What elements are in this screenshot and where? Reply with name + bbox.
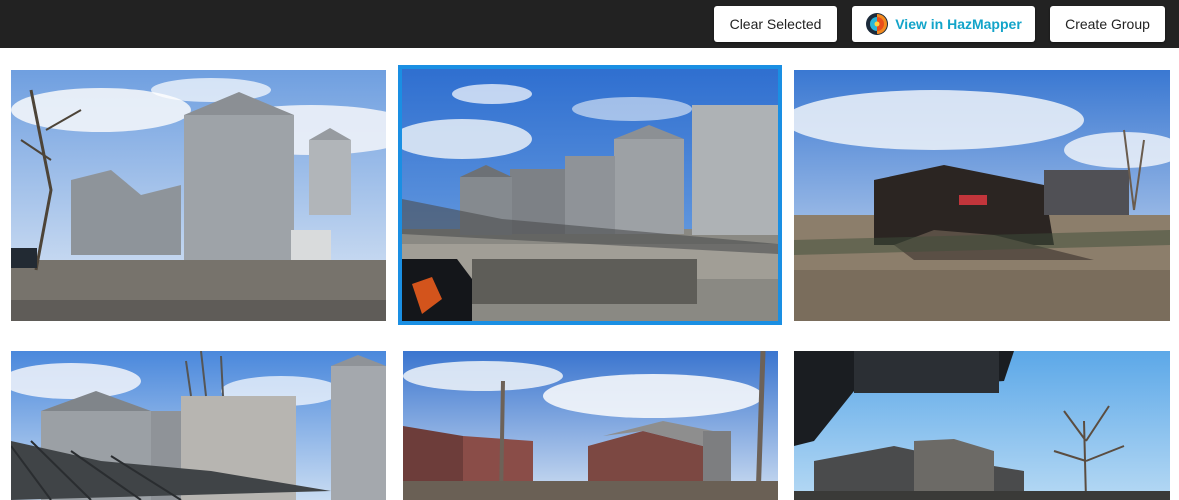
view-in-hazmapper-button[interactable]: View in HazMapper (852, 6, 1035, 42)
create-group-label: Create Group (1065, 16, 1150, 32)
top-toolbar: Clear Selected View in HazMapper Create … (0, 0, 1179, 48)
grain-elevator-photo (11, 351, 386, 500)
photo-thumbnail[interactable] (794, 70, 1170, 321)
photo-thumbnail[interactable] (11, 351, 386, 500)
hazmapper-logo-icon (866, 13, 889, 35)
clear-selected-button[interactable]: Clear Selected (714, 6, 837, 42)
photo-thumbnail-selected[interactable] (398, 65, 782, 325)
photo-grid (0, 48, 1179, 500)
car-view-house-photo (794, 351, 1170, 500)
collapsed-building-photo (794, 70, 1170, 321)
photo-thumbnail[interactable] (11, 70, 386, 321)
clear-selected-label: Clear Selected (729, 16, 822, 32)
photo-thumbnail[interactable] (403, 351, 778, 500)
silos-debris-photo (402, 69, 778, 321)
view-in-hazmapper-label: View in HazMapper (895, 16, 1022, 32)
damaged-houses-photo (403, 351, 778, 500)
silos-photo (11, 70, 386, 321)
create-group-button[interactable]: Create Group (1050, 6, 1165, 42)
photo-thumbnail[interactable] (794, 351, 1170, 500)
